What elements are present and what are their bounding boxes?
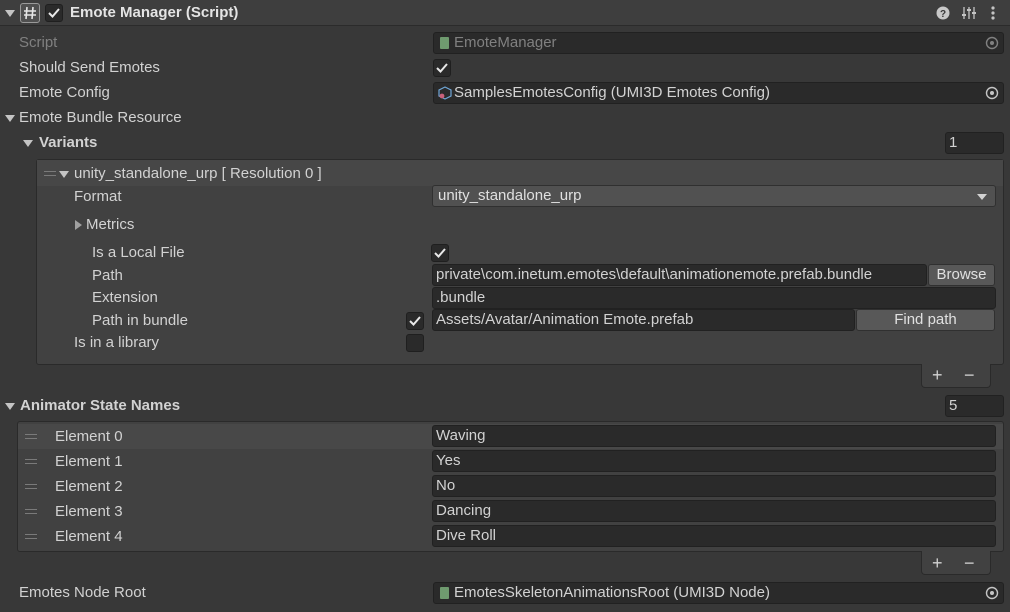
- element-value-field[interactable]: Yes: [432, 450, 996, 472]
- element-label: Element 3: [55, 503, 123, 520]
- more-options-icon[interactable]: [989, 5, 997, 21]
- animator-state-names-label[interactable]: Animator State Names: [20, 396, 180, 416]
- drag-handle-icon[interactable]: [44, 171, 56, 177]
- element-label: Element 2: [55, 478, 123, 495]
- foldout-expanded-icon[interactable]: [4, 7, 16, 19]
- svg-text:?: ?: [940, 9, 946, 20]
- foldout-expanded-icon[interactable]: [58, 168, 70, 180]
- in-library-checkbox[interactable]: [406, 334, 424, 352]
- drag-handle-icon[interactable]: [25, 509, 37, 515]
- drag-handle-icon[interactable]: [25, 534, 37, 540]
- drag-handle-icon[interactable]: [25, 434, 37, 440]
- node-root-value: EmotesSkeletonAnimationsRoot (UMI3D Node…: [454, 584, 770, 601]
- remove-variant-button[interactable]: −: [964, 365, 975, 385]
- element-label: Element 1: [55, 453, 123, 470]
- local-file-label: Is a Local File: [92, 244, 185, 261]
- foldout-expanded-icon[interactable]: [4, 112, 16, 124]
- variants-size-field[interactable]: 1: [945, 132, 1004, 154]
- element-label: Element 0: [55, 428, 123, 445]
- extension-label: Extension: [92, 289, 158, 306]
- should-send-label: Should Send Emotes: [19, 59, 160, 76]
- element-value-field[interactable]: Dive Roll: [432, 525, 996, 547]
- variant-title[interactable]: unity_standalone_urp [ Resolution 0 ]: [74, 164, 322, 184]
- variants-label[interactable]: Variants: [39, 133, 97, 153]
- drag-handle-icon[interactable]: [25, 459, 37, 465]
- browse-button[interactable]: Browse: [928, 264, 995, 286]
- path-in-bundle-field[interactable]: Assets/Avatar/Animation Emote.prefab: [432, 309, 855, 331]
- in-library-label: Is in a library: [74, 334, 160, 351]
- preset-icon[interactable]: [961, 5, 977, 21]
- extension-field[interactable]: .bundle: [432, 287, 996, 309]
- element-value-field[interactable]: Dancing: [432, 500, 996, 522]
- emote-config-label: Emote Config: [19, 84, 110, 101]
- script-value: EmoteManager: [454, 34, 557, 51]
- scriptable-object-icon: [438, 86, 452, 100]
- component-title: Emote Manager (Script): [70, 4, 239, 21]
- element-label: Element 4: [55, 528, 123, 545]
- node-root-label: Emotes Node Root: [19, 584, 146, 601]
- script-file-icon: [440, 37, 449, 49]
- add-element-button[interactable]: +: [932, 553, 943, 573]
- foldout-expanded-icon[interactable]: [4, 400, 16, 412]
- element-value-field[interactable]: Waving: [432, 425, 996, 447]
- remove-element-button[interactable]: −: [964, 553, 975, 573]
- path-in-bundle-label: Path in bundle: [92, 312, 188, 329]
- format-label: Format: [74, 188, 122, 205]
- drag-handle-icon[interactable]: [25, 484, 37, 490]
- format-value: unity_standalone_urp: [438, 187, 582, 204]
- object-picker-icon[interactable]: [985, 586, 999, 600]
- metrics-label[interactable]: Metrics: [86, 215, 134, 235]
- foldout-expanded-icon[interactable]: [22, 137, 34, 149]
- should-send-checkbox[interactable]: [433, 59, 451, 77]
- path-in-bundle-checkbox[interactable]: [406, 312, 424, 330]
- add-variant-button[interactable]: +: [932, 365, 943, 385]
- component-enabled-checkbox[interactable]: [45, 4, 63, 22]
- hash-script-icon: [20, 3, 40, 23]
- script-label: Script: [19, 34, 58, 51]
- object-picker-icon[interactable]: [985, 86, 999, 100]
- path-label: Path: [92, 267, 123, 284]
- object-picker-icon: [985, 36, 999, 50]
- path-field[interactable]: private\com.inetum.emotes\default\animat…: [432, 264, 927, 286]
- help-icon[interactable]: ?: [936, 6, 950, 20]
- element-value-field[interactable]: No: [432, 475, 996, 497]
- node-root-field[interactable]: EmotesSkeletonAnimationsRoot (UMI3D Node…: [433, 582, 1004, 604]
- animator-size-field[interactable]: 5: [945, 395, 1004, 417]
- chevron-down-icon: [977, 194, 987, 200]
- emote-config-field[interactable]: SamplesEmotesConfig (UMI3D Emotes Config…: [433, 82, 1004, 104]
- bundle-resource-label[interactable]: Emote Bundle Resource: [19, 108, 182, 128]
- foldout-collapsed-icon[interactable]: [73, 219, 85, 231]
- script-file-icon: [440, 587, 449, 599]
- script-field: EmoteManager: [433, 32, 1004, 54]
- emote-config-value: SamplesEmotesConfig (UMI3D Emotes Config…: [454, 84, 770, 101]
- find-path-button[interactable]: Find path: [856, 309, 995, 331]
- format-dropdown[interactable]: unity_standalone_urp: [432, 185, 996, 207]
- local-file-checkbox[interactable]: [431, 244, 449, 262]
